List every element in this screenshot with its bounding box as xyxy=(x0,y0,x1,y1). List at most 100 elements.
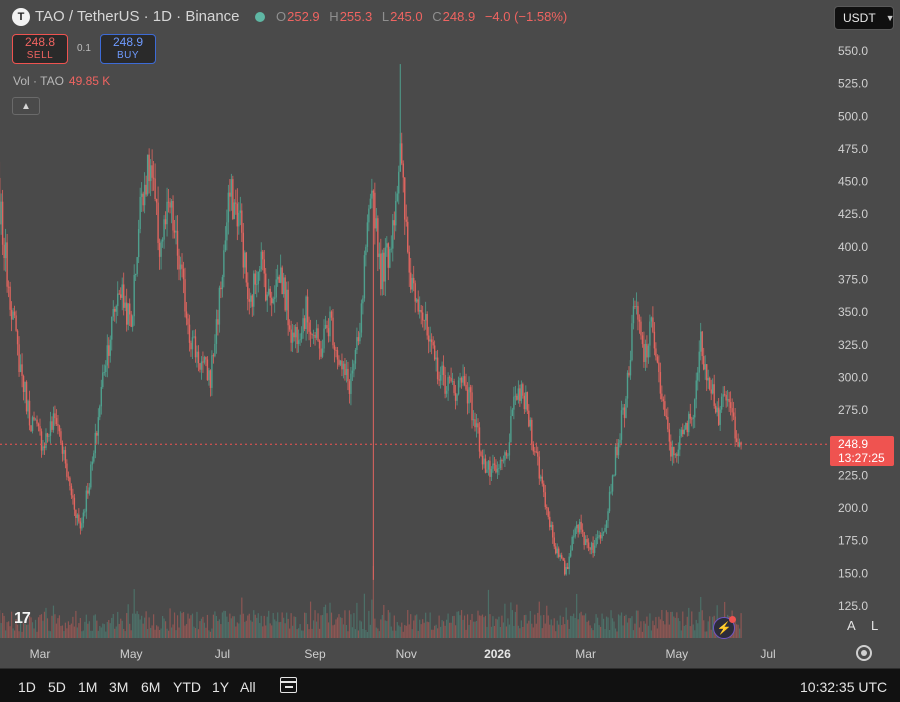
volume-bar xyxy=(136,611,138,638)
volume-bar xyxy=(592,630,594,638)
candle-body xyxy=(118,293,120,295)
candle-body xyxy=(572,536,575,538)
volume-bar xyxy=(321,615,324,638)
volume-bar xyxy=(102,623,104,638)
volume-bar xyxy=(538,601,540,638)
candle-body xyxy=(474,419,476,428)
auto-scale-button[interactable]: A xyxy=(847,618,856,633)
volume-bar xyxy=(324,604,327,638)
candle-body xyxy=(97,417,99,436)
volume-bar xyxy=(164,621,167,638)
sell-button[interactable]: 248.8 SELL xyxy=(12,34,68,64)
volume-bar xyxy=(475,620,478,638)
candle-body xyxy=(399,143,401,172)
volume-bar xyxy=(281,612,283,638)
volume-bar xyxy=(106,622,108,638)
candle-body xyxy=(187,318,189,325)
volume-bar xyxy=(306,624,309,638)
candle-body xyxy=(52,413,55,430)
candle-body xyxy=(79,521,82,529)
flash-icon[interactable]: ⚡ xyxy=(713,616,736,639)
candle-body xyxy=(463,376,466,385)
candle-body xyxy=(695,380,697,400)
range-1y-button[interactable]: 1Y xyxy=(212,679,229,695)
volume-bar xyxy=(543,614,545,638)
volume-bar xyxy=(37,617,40,638)
log-scale-button[interactable]: L xyxy=(871,618,878,633)
range-5d-button[interactable]: 5D xyxy=(48,679,66,695)
candle-body xyxy=(238,212,240,227)
utc-clock[interactable]: 10:32:35 UTC xyxy=(800,679,887,695)
volume-bar xyxy=(284,623,286,638)
volume-bar xyxy=(329,602,331,638)
volume-bar xyxy=(599,626,602,638)
candle-body xyxy=(709,377,711,390)
candle-body xyxy=(544,492,546,508)
gear-icon[interactable] xyxy=(856,645,872,661)
volume-bar xyxy=(49,631,52,638)
volume-bar xyxy=(472,621,475,638)
range-6m-button[interactable]: 6M xyxy=(141,679,160,695)
range-1d-button[interactable]: 1D xyxy=(18,679,36,695)
volume-bar xyxy=(318,628,321,638)
candle-body xyxy=(737,442,739,447)
volume-bar xyxy=(141,615,143,638)
buy-button[interactable]: 248.9 BUY xyxy=(100,34,156,64)
volume-bar xyxy=(460,610,463,638)
candle-body xyxy=(590,542,593,550)
candle-body xyxy=(410,272,412,290)
candle-body xyxy=(436,357,439,380)
candle-body xyxy=(227,192,230,223)
volume-bar xyxy=(278,622,280,638)
candle-body xyxy=(423,320,425,322)
volume-legend-label: Vol · TAO xyxy=(13,74,64,88)
volume-bar xyxy=(265,625,267,638)
candle-body xyxy=(477,423,479,428)
candle-body xyxy=(456,394,458,401)
volume-bar xyxy=(496,619,499,638)
volume-bar xyxy=(109,623,111,638)
candle-body xyxy=(247,282,249,300)
volume-bar xyxy=(303,612,306,638)
candle-body xyxy=(241,210,243,233)
volume-legend[interactable]: Vol · TAO 49.85 K xyxy=(13,74,110,88)
candle-body xyxy=(93,453,95,462)
range-1m-button[interactable]: 1M xyxy=(78,679,97,695)
candle-body xyxy=(427,335,430,342)
tradingview-logo-icon[interactable]: 17 xyxy=(14,610,31,628)
symbol-title[interactable]: TAO / TetherUS · 1D · Binance xyxy=(35,8,240,25)
volume-bar xyxy=(43,611,46,638)
volume-bar xyxy=(635,610,638,638)
candle-body xyxy=(220,287,222,290)
volume-bar xyxy=(61,625,64,638)
range-ytd-button[interactable]: YTD xyxy=(173,679,201,695)
price-chart[interactable]: 550.0 525.0 500.0 475.0 450.0 425.0 400.0 375.0… xyxy=(0,0,900,702)
candle-body xyxy=(490,468,493,477)
candle-body xyxy=(149,165,152,182)
candle-body xyxy=(366,222,369,247)
calendar-icon[interactable] xyxy=(280,677,297,693)
candle-body xyxy=(6,242,8,287)
candle-body xyxy=(167,201,170,203)
volume-bar xyxy=(440,626,442,638)
currency-select[interactable]: USDT ▼ xyxy=(834,6,895,30)
candle-body xyxy=(266,294,268,301)
volume-bar xyxy=(576,593,578,638)
candle-body xyxy=(333,345,336,350)
candle-body xyxy=(528,410,530,427)
candle-body xyxy=(235,202,237,204)
volume-bar xyxy=(229,613,231,638)
volume-bar xyxy=(150,627,152,638)
volume-bar xyxy=(158,629,161,638)
volume-bar xyxy=(641,631,644,638)
volume-bar xyxy=(339,617,342,638)
volume-bar xyxy=(194,628,197,638)
candle-body xyxy=(254,273,256,285)
range-3m-button[interactable]: 3M xyxy=(109,679,128,695)
collapse-legend-button[interactable]: ▲ xyxy=(12,97,40,115)
change-value: −4.0 (−1.58%) xyxy=(484,9,568,24)
candle-body xyxy=(161,239,164,242)
volume-bar xyxy=(652,620,654,638)
range-all-button[interactable]: All xyxy=(240,679,256,695)
candle-body xyxy=(15,315,17,331)
